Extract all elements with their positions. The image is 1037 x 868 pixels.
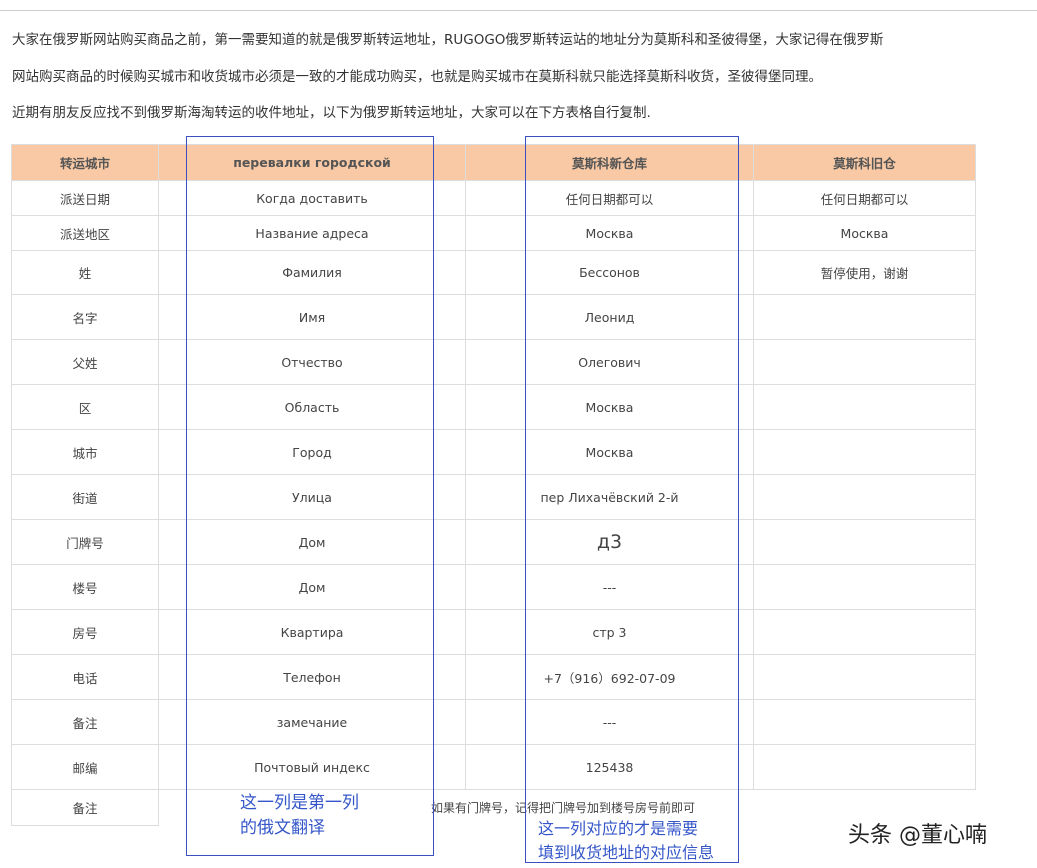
table-row: 城市ГородМосква [12, 430, 976, 475]
table-row: 房号Квартирастр 3 [12, 610, 976, 655]
table-cell [754, 655, 976, 700]
table-cell [754, 520, 976, 565]
highlight-box-address-column [525, 136, 739, 863]
table-cell [754, 295, 976, 340]
table-cell: 区 [12, 385, 159, 430]
table-row: 区ОбластьМосква [12, 385, 976, 430]
table-cell: 城市 [12, 430, 159, 475]
table-row: 备注замечание--- [12, 700, 976, 745]
table-cell [754, 385, 976, 430]
annotation-line: 这一列是第一列 [240, 791, 359, 816]
table-cell: 姓 [12, 251, 159, 295]
annotation-line: 这一列对应的才是需要 [538, 817, 714, 841]
table-row: 门牌号Домд3 [12, 520, 976, 565]
table-cell [754, 745, 976, 790]
annotation-left: 这一列是第一列的俄文翻译 [240, 791, 359, 841]
annotation-right: 这一列对应的才是需要填到收货地址的对应信息 [538, 817, 714, 865]
table-cell: Москва [754, 216, 976, 251]
table-row: 派送地区Название адресаМоскваМосква [12, 216, 976, 251]
table-cell [754, 610, 976, 655]
table-cell: 电话 [12, 655, 159, 700]
address-table: 转运城市перевалки городской莫斯科新仓库莫斯科旧仓 派送日期К… [11, 144, 976, 826]
column-header: 莫斯科旧仓 [754, 145, 976, 181]
watermark: 头条 @董心喃 [848, 817, 987, 849]
table-cell: 备注 [12, 700, 159, 745]
table-cell: 暂停使用，谢谢 [754, 251, 976, 295]
table-row: 电话Телефон+7（916）692-07-09 [12, 655, 976, 700]
table-cell: 派送地区 [12, 216, 159, 251]
table-cell: 街道 [12, 475, 159, 520]
table-row: 派送日期Когда доставить任何日期都可以任何日期都可以 [12, 181, 976, 216]
table-row: 父姓ОтчествоОлегович [12, 340, 976, 385]
table-cell: 房号 [12, 610, 159, 655]
table-row: 备注如果有门牌号，记得把门牌号加到楼号房号前即可 [12, 790, 976, 826]
table-cell [754, 430, 976, 475]
table-cell: 邮编 [12, 745, 159, 790]
divider [0, 10, 1037, 11]
annotation-line: 的俄文翻译 [240, 816, 359, 841]
table-cell [754, 700, 976, 745]
annotation-line: 填到收货地址的对应信息 [538, 841, 714, 865]
table-row: 姓ФамилияБессонов暂停使用，谢谢 [12, 251, 976, 295]
table-cell: 派送日期 [12, 181, 159, 216]
table-row: 名字ИмяЛеонид [12, 295, 976, 340]
table-cell [754, 565, 976, 610]
table-row: 楼号Дом--- [12, 565, 976, 610]
table-cell [754, 475, 976, 520]
table-cell: 名字 [12, 295, 159, 340]
table-cell: 父姓 [12, 340, 159, 385]
table-cell [754, 340, 976, 385]
highlight-box-russian-column [186, 136, 434, 856]
intro-paragraph-2: 网站购买商品的时候购买城市和收货城市必须是一致的才能成功购买，也就是购买城市在莫… [12, 65, 822, 85]
intro-paragraph-1: 大家在俄罗斯网站购买商品之前，第一需要知道的就是俄罗斯转运地址，RUGOGO俄罗… [12, 28, 883, 48]
table-row: 邮编Почтовый индекс125438 [12, 745, 976, 790]
table-cell: 备注 [12, 790, 159, 826]
column-header: 转运城市 [12, 145, 159, 181]
table-cell: 门牌号 [12, 520, 159, 565]
table-row: 街道Улицапер Лихачёвский 2-й [12, 475, 976, 520]
table-cell: 任何日期都可以 [754, 181, 976, 216]
table-cell: 楼号 [12, 565, 159, 610]
intro-paragraph-3: 近期有朋友反应找不到俄罗斯海淘转运的收件地址，以下为俄罗斯转运地址，大家可以在下… [12, 101, 651, 121]
